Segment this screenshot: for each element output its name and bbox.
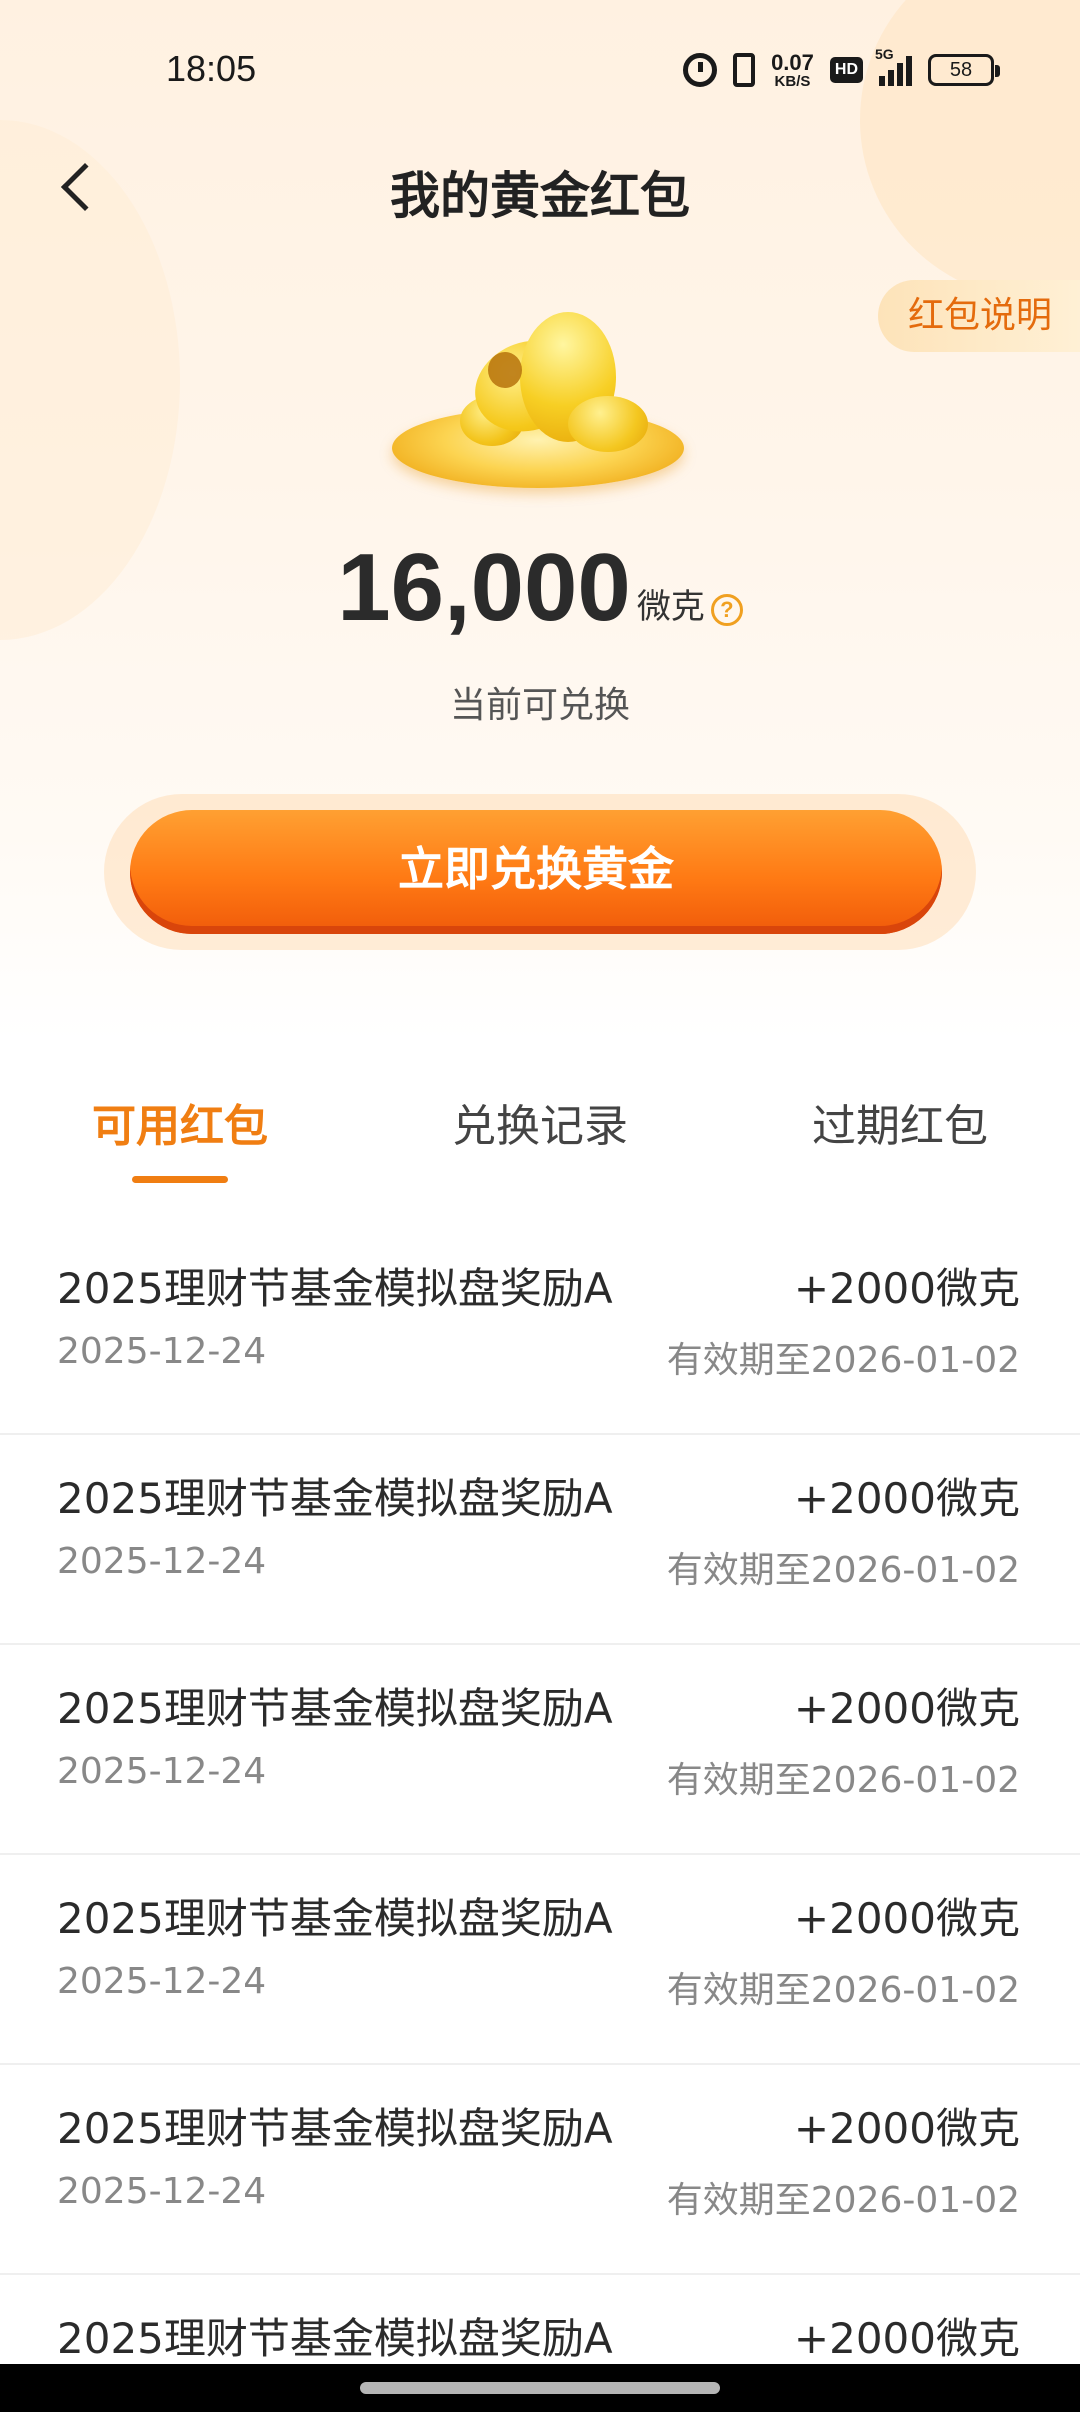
item-date: 2025-12-24 [57, 1751, 267, 1792]
red-packet-list: 2025理财节基金模拟盘奖励A +2000微克 2025-12-24 有效期至2… [0, 1225, 1080, 2412]
navigation-bar [0, 2364, 1080, 2412]
network-speed: 0.07 KB/S [771, 49, 814, 90]
battery-icon: 58 [928, 54, 1000, 86]
list-item[interactable]: 2025理财节基金模拟盘奖励A +2000微克 2025-12-24 有效期至2… [0, 2065, 1080, 2275]
list-item[interactable]: 2025理财节基金模拟盘奖励A +2000微克 2025-12-24 有效期至2… [0, 1225, 1080, 1435]
item-amount: +2000微克 [793, 1264, 1020, 1313]
item-amount: +2000微克 [793, 1684, 1020, 1733]
alarm-icon [683, 53, 718, 87]
vibrate-icon [733, 53, 756, 87]
item-title: 2025理财节基金模拟盘奖励A [57, 1894, 613, 1943]
signal-icon: 5G [875, 46, 912, 86]
item-title: 2025理财节基金模拟盘奖励A [57, 1474, 613, 1523]
item-amount: +2000微克 [793, 1894, 1020, 1943]
tab-available[interactable]: 可用红包 [30, 1090, 330, 1154]
item-title: 2025理财节基金模拟盘奖励A [57, 1684, 613, 1733]
network-speed-unit: KB/S [774, 72, 811, 90]
help-icon[interactable]: ? [710, 594, 743, 626]
home-gesture-handle[interactable] [360, 2382, 720, 2394]
item-amount: +2000微克 [793, 1474, 1020, 1523]
item-expiry: 有效期至2026-01-02 [666, 1340, 1020, 1381]
item-expiry: 有效期至2026-01-02 [666, 2180, 1020, 2221]
tab-redemption-history[interactable]: 兑换记录 [390, 1090, 690, 1154]
rules-button[interactable]: 红包说明 [877, 280, 1080, 352]
item-expiry: 有效期至2026-01-02 [666, 1760, 1020, 1801]
balance-subtitle: 当前可兑换 [449, 685, 630, 726]
item-expiry: 有效期至2026-01-02 [666, 1550, 1020, 1591]
item-date: 2025-12-24 [57, 1331, 267, 1372]
network-type: 5G [875, 46, 894, 62]
list-item[interactable]: 2025理财节基金模拟盘奖励A +2000微克 2025-12-24 有效期至2… [0, 1855, 1080, 2065]
status-icons: 0.07 KB/S HD 5G 58 [683, 46, 1000, 92]
item-date: 2025-12-24 [57, 1541, 267, 1582]
item-amount: +2000微克 [793, 2104, 1020, 2153]
network-speed-value: 0.07 [771, 49, 814, 75]
list-item[interactable]: 2025理财节基金模拟盘奖励A +2000微克 2025-12-24 有效期至2… [0, 1645, 1080, 1855]
redeem-gold-button[interactable]: 立即兑换黄金 [130, 810, 942, 934]
tab-expired[interactable]: 过期红包 [750, 1090, 1050, 1154]
status-time: 18:05 [166, 48, 257, 89]
list-item[interactable]: 2025理财节基金模拟盘奖励A +2000微克 2025-12-24 有效期至2… [0, 1435, 1080, 1645]
item-date: 2025-12-24 [57, 2171, 267, 2212]
tab-bar: 可用红包 兑换记录 过期红包 [0, 1090, 1080, 1183]
balance-unit: 微克 [636, 587, 705, 627]
balance-amount: 16,000 [337, 534, 631, 641]
item-title: 2025理财节基金模拟盘奖励A [57, 2314, 613, 2363]
balance-row: 16,000 微克 ? [0, 540, 1080, 636]
gold-beans-illustration [390, 300, 690, 500]
item-title: 2025理财节基金模拟盘奖励A [57, 2104, 613, 2153]
status-bar: 18:05 0.07 KB/S HD 5G 58 [0, 0, 1080, 136]
page-title: 我的黄金红包 [390, 167, 690, 225]
item-title: 2025理财节基金模拟盘奖励A [57, 1264, 613, 1313]
item-amount: +2000微克 [793, 2314, 1020, 2363]
item-expiry: 有效期至2026-01-02 [666, 1970, 1020, 2011]
hd-icon: HD [829, 57, 863, 83]
active-tab-indicator [132, 1176, 228, 1183]
item-date: 2025-12-24 [57, 1961, 267, 2002]
